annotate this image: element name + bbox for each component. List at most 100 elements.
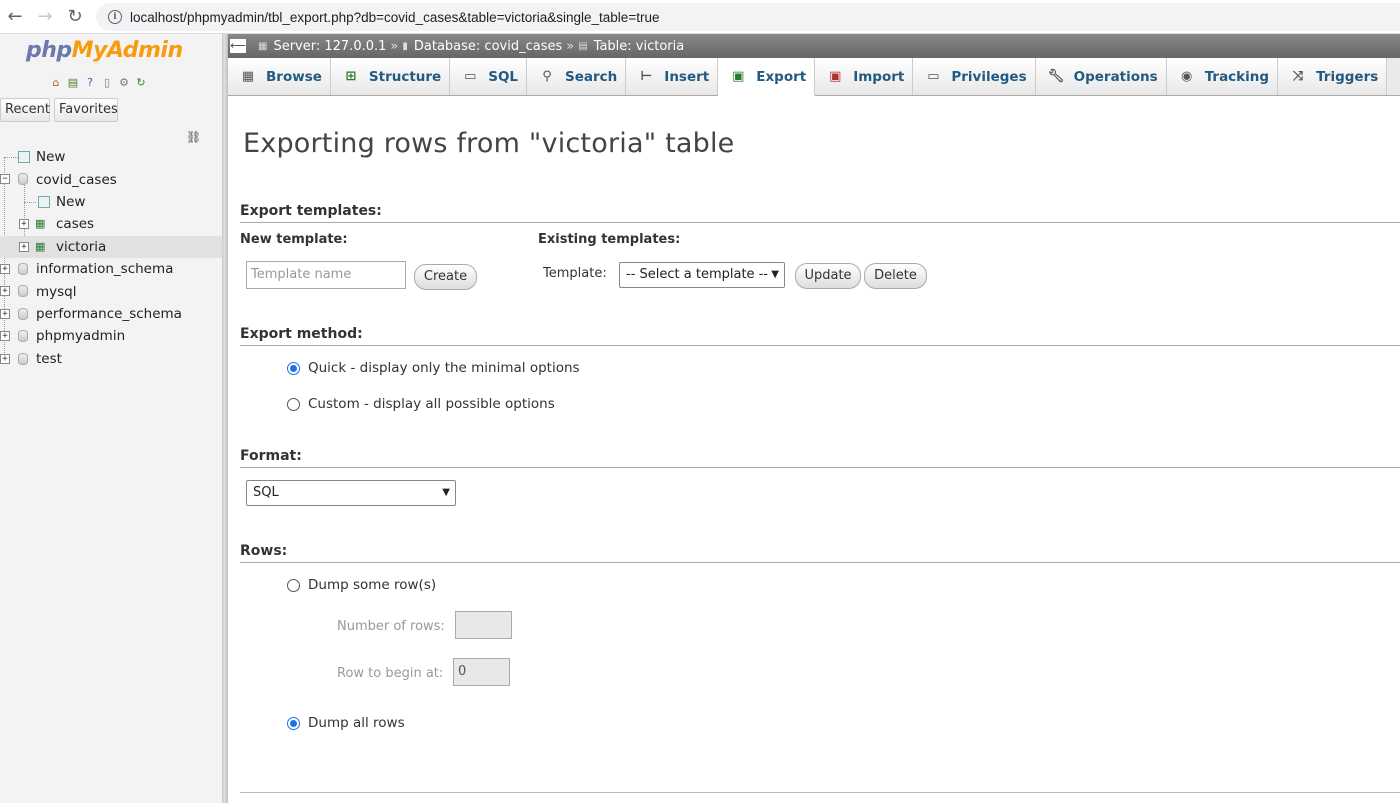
database-icon[interactable]: ▤ [66,75,80,89]
custom-label[interactable]: Custom - display all possible options [308,396,555,412]
expand-icon[interactable]: + [19,241,29,252]
dump-all-rows-radio[interactable] [287,717,300,730]
expand-icon[interactable]: + [0,308,10,319]
expand-icon[interactable]: + [0,263,10,274]
tree-item-phpmyadmin[interactable]: + phpmyadmin [0,325,222,347]
template-label: Template: [543,266,607,281]
tab-operations[interactable]: 🔧︎ Operations [1035,58,1167,95]
tab-triggers[interactable]: ⤨ Triggers [1278,58,1388,95]
row-to-begin-input[interactable]: 0 [453,658,510,686]
custom-radio[interactable] [287,398,300,411]
breadcrumb-separator: » [390,38,399,54]
dump-some-rows-label[interactable]: Dump some row(s) [308,577,436,593]
tab-insert[interactable]: ⊢ Insert [626,58,719,95]
reload-icon[interactable]: ↻ [60,2,90,32]
tab-label: Browse [266,68,322,85]
row-to-begin-label: Row to begin at: [337,666,444,681]
quick-label[interactable]: Quick - display only the minimal options [308,360,580,376]
quick-radio[interactable] [287,362,300,375]
tab-tracking[interactable]: ◉ Tracking [1166,58,1279,95]
tab-label: Search [565,68,618,85]
favorites-button[interactable]: Favorites [54,98,118,122]
back-arrow-icon[interactable]: ← [0,2,30,32]
expand-icon[interactable]: + [19,219,29,230]
tree-label: victoria [56,238,107,255]
tree-item-new[interactable]: New [0,146,222,168]
export-templates-heading: Export templates: [240,203,1400,223]
tree-item-covid-cases[interactable]: − covid_cases [0,168,222,190]
expand-icon[interactable]: + [0,286,10,297]
export-icon: ▣ [732,69,745,84]
delete-template-button[interactable]: Delete [864,263,927,289]
update-template-button[interactable]: Update [795,263,861,289]
tab-label: Operations [1073,68,1158,85]
breadcrumb-database[interactable]: Database: covid_cases [414,39,562,54]
address-bar[interactable]: i localhost/phpmyadmin/tbl_export.php?db… [96,3,1400,31]
documentation-icon[interactable]: ▯ [100,75,114,89]
table-tabs: ▦ Browse ⊞ Structure ▭ SQL ⚲ Search ⊢ Insert … [228,58,1400,96]
table-icon: ▦ [35,217,46,231]
gear-icon[interactable]: ⚙ [117,75,131,89]
link-with-main-panel-icon[interactable]: ⛓ [186,130,201,144]
tree-item-mysql[interactable]: + mysql [0,280,222,302]
tab-import[interactable]: ▣ Import [815,58,914,95]
tab-label: Triggers [1316,68,1379,85]
triggers-icon: ⤨ [1292,69,1304,84]
breadcrumb-table[interactable]: Table: victoria [594,39,685,54]
database-icon: ▮ [402,40,408,52]
dump-some-rows-radio[interactable] [287,579,300,592]
info-icon[interactable]: i [108,10,122,24]
phpmyadmin-logo[interactable]: phpMyAdmin [26,38,183,63]
browse-icon: ▦ [241,69,255,84]
tree-item-performance-schema[interactable]: + performance_schema [0,303,222,325]
tree-label: phpmyadmin [36,328,126,345]
tab-label: Insert [664,68,710,85]
expand-icon[interactable]: + [0,331,10,342]
logo-php: php [26,38,72,63]
tab-sql[interactable]: ▭ SQL [450,58,528,95]
format-heading: Format: [240,448,1400,468]
tree-item-victoria[interactable]: + ▦ victoria [0,235,222,258]
url-text: localhost/phpmyadmin/tbl_export.php?db=c… [130,9,660,25]
tab-export[interactable]: ▣ Export [718,58,816,96]
home-icon[interactable]: ⌂ [49,75,63,89]
format-select-value: SQL [253,485,279,500]
tab-privileges[interactable]: ▭ Privileges [913,58,1036,95]
chevron-down-icon: ▼ [771,269,779,280]
template-name-input[interactable]: Template name [246,261,406,289]
main-content: Exporting rows from "victoria" table Exp… [228,96,1400,803]
collapse-icon[interactable]: − [0,174,10,185]
database-icon [18,173,28,186]
dump-all-rows-label[interactable]: Dump all rows [308,715,405,731]
tree-item-cases[interactable]: + ▦ cases [0,213,222,235]
new-template-heading: New template: [240,232,348,247]
number-of-rows-label: Number of rows: [337,619,445,634]
browser-toolbar: ← → ↻ i localhost/phpmyadmin/tbl_export.… [0,0,1400,34]
database-icon [18,330,28,343]
breadcrumb-server[interactable]: Server: 127.0.0.1 [273,39,386,54]
create-template-button[interactable]: Create [414,264,477,290]
chevron-down-icon: ▼ [442,487,450,498]
tree-item-information-schema[interactable]: + information_schema [0,258,222,280]
tab-label: Tracking [1204,68,1270,85]
tree-item-test[interactable]: + test [0,348,222,370]
tab-browse[interactable]: ▦ Browse [228,58,331,95]
help-icon[interactable]: ? [83,75,97,89]
tree-label: covid_cases [36,171,117,188]
reload-navigation-icon[interactable]: ↻ [134,75,148,89]
tree-label: test [36,350,62,367]
logo-admin: Admin [106,38,183,63]
tab-structure[interactable]: ⊞ Structure [330,58,451,95]
number-of-rows-input[interactable] [455,611,512,639]
new-database-icon [18,151,30,163]
template-select[interactable]: -- Select a template -- ▼ [619,262,785,288]
collapse-navigation-icon[interactable]: ⟵ [230,39,246,53]
expand-icon[interactable]: + [0,353,10,364]
recent-button[interactable]: Recent [0,98,50,122]
format-select[interactable]: SQL ▼ [246,480,456,506]
tree-item-new-table[interactable]: New [0,191,222,213]
database-icon [18,285,28,298]
forward-arrow-icon[interactable]: → [30,2,60,32]
tab-search[interactable]: ⚲ Search [527,58,627,95]
new-table-icon [38,195,50,208]
